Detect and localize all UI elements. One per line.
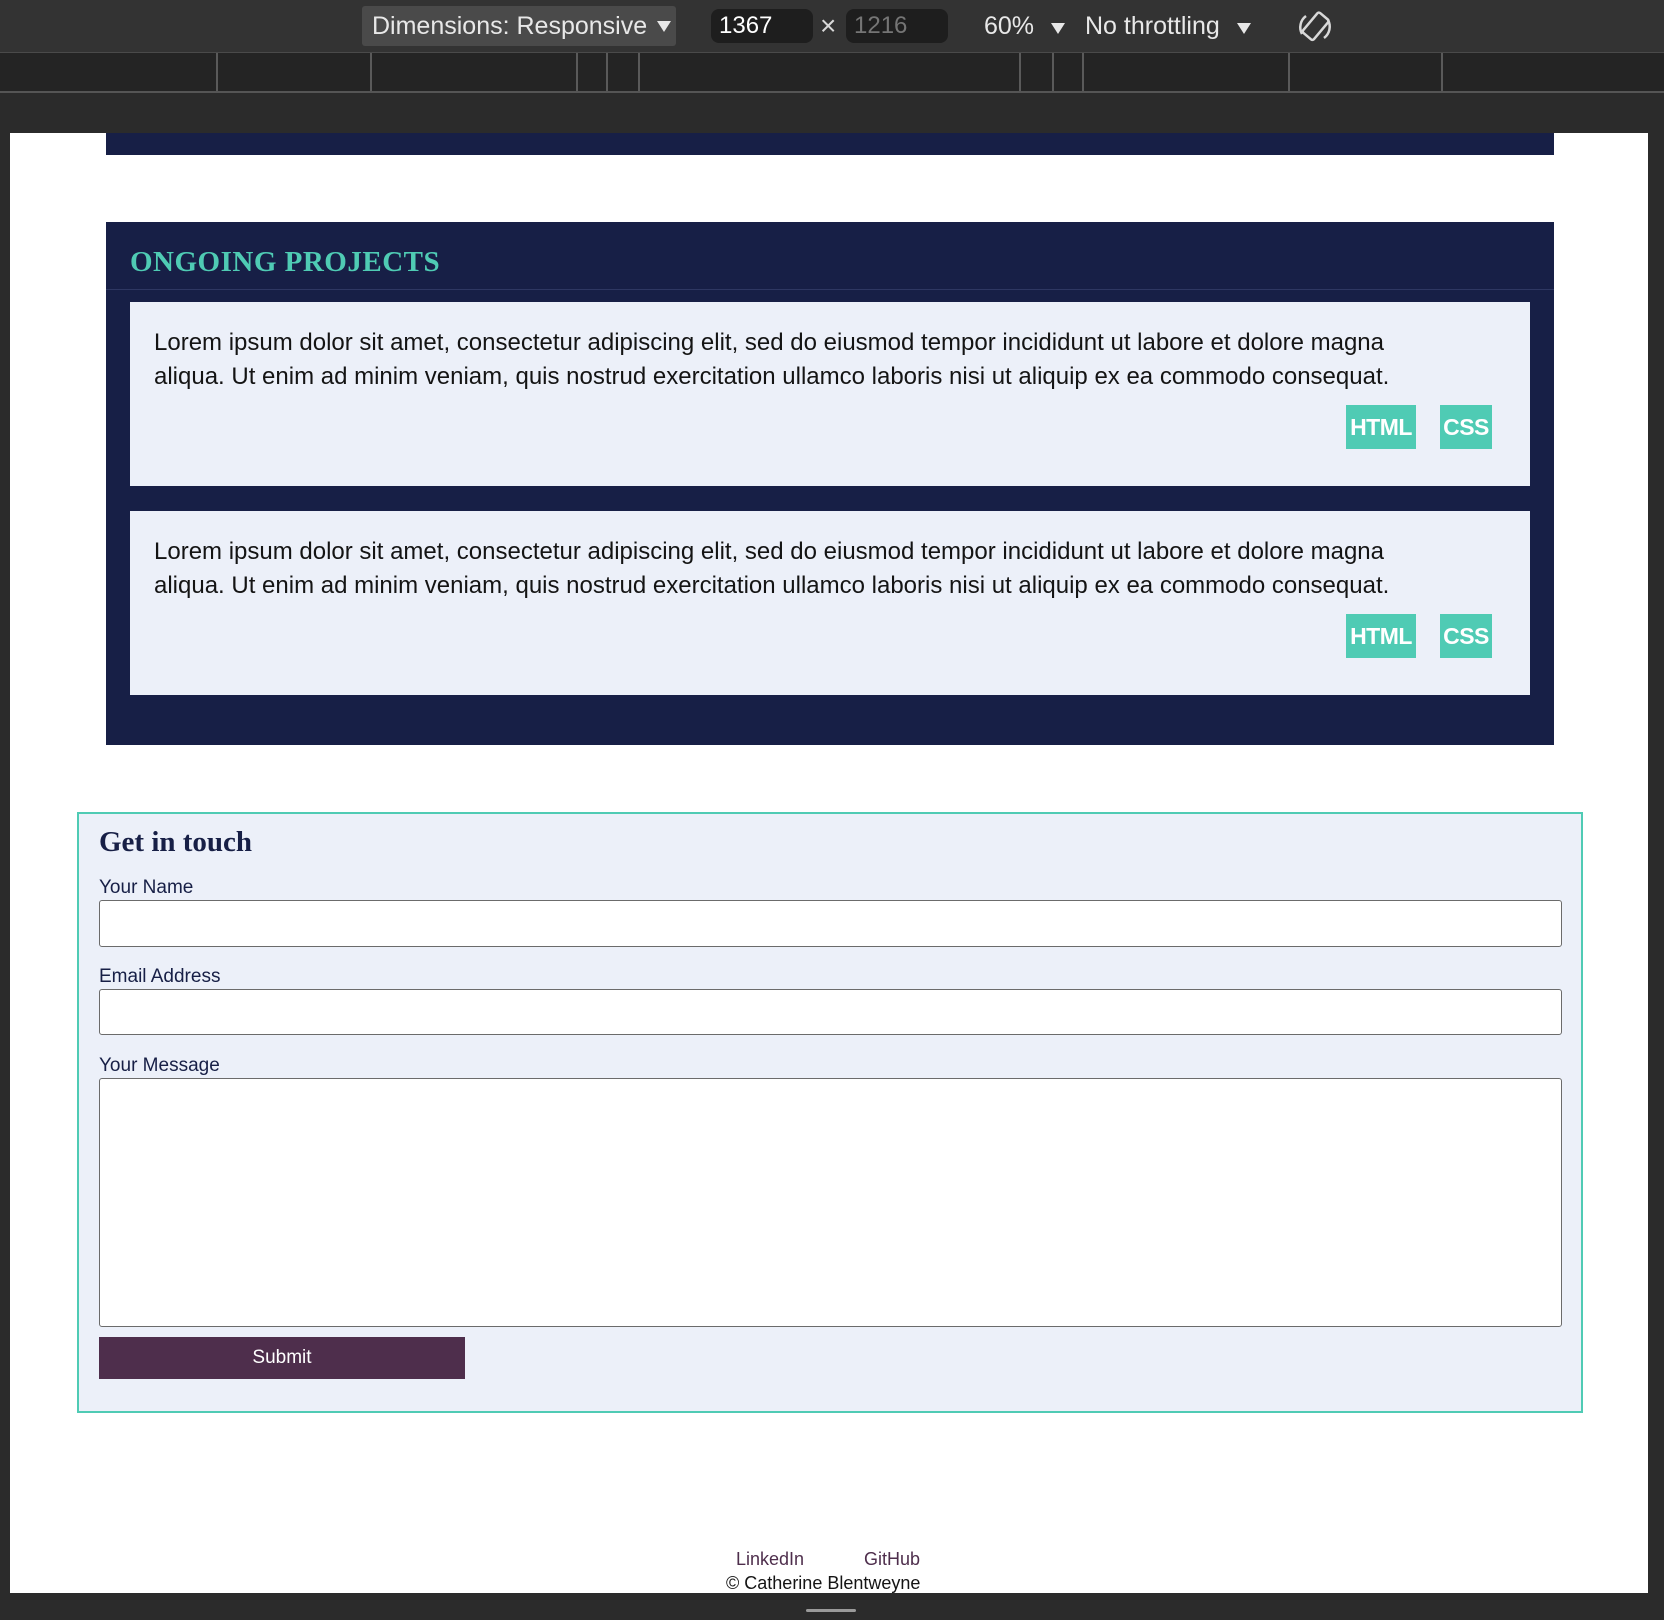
throttling-label: No throttling [1085, 12, 1220, 40]
ruler-tick[interactable] [370, 53, 372, 91]
project-description: Lorem ipsum dolor sit amet, consectetur … [154, 329, 1390, 390]
zoom-dropdown[interactable]: 60% [984, 12, 1065, 41]
message-textarea[interactable] [99, 1078, 1562, 1327]
contact-form: Get in touch Your Name Email Address You… [77, 812, 1583, 1413]
dimensions-label: Dimensions: Responsive [372, 11, 648, 40]
rotate-device-icon[interactable] [1296, 8, 1334, 46]
ruler-tick[interactable] [1288, 53, 1290, 91]
section-title: ONGOING PROJECTS [130, 246, 441, 278]
dimensions-dropdown[interactable]: Dimensions: Responsive [362, 6, 676, 46]
copyright: © Catherine Blentweyne [726, 1573, 920, 1593]
ruler-tick[interactable] [1019, 53, 1021, 91]
project-description: Lorem ipsum dolor sit amet, consectetur … [154, 538, 1390, 599]
tag-html: HTML [1346, 614, 1416, 658]
ruler-tick[interactable] [638, 53, 640, 91]
divider [106, 289, 1554, 290]
copyright-name: Catherine Blentweyne [744, 1573, 921, 1593]
email-label: Email Address [99, 966, 221, 987]
times-icon: × [820, 10, 837, 41]
message-label: Your Message [99, 1055, 220, 1076]
contact-title: Get in touch [99, 826, 253, 858]
tag-css: CSS [1440, 405, 1492, 449]
devtools-toolbar: Dimensions: Responsive × 60% No throttli… [0, 0, 1664, 53]
header-bar-edge [106, 133, 1554, 155]
ongoing-projects-section: ONGOING PROJECTS Lorem ipsum dolor sit a… [106, 222, 1554, 745]
page-viewport: ONGOING PROJECTS Lorem ipsum dolor sit a… [10, 133, 1648, 1593]
media-query-ruler[interactable] [0, 53, 1664, 93]
zoom-label: 60% [984, 12, 1035, 40]
ruler-tick[interactable] [1082, 53, 1084, 91]
ruler-tick[interactable] [1441, 53, 1443, 91]
copyright-symbol: © [726, 1573, 740, 1593]
ruler-tick[interactable] [576, 53, 578, 91]
ruler-tick[interactable] [216, 53, 218, 91]
submit-button[interactable]: Submit [99, 1337, 465, 1379]
width-input[interactable] [711, 9, 813, 43]
ruler-tick[interactable] [606, 53, 608, 91]
project-card: Lorem ipsum dolor sit amet, consectetur … [130, 511, 1530, 695]
viewport-resize-handle[interactable] [806, 1609, 856, 1612]
chevron-down-icon [1236, 23, 1251, 34]
throttling-dropdown[interactable]: No throttling [1085, 12, 1251, 41]
chevron-down-icon [657, 20, 672, 32]
chevron-down-icon [1051, 23, 1065, 34]
name-label: Your Name [99, 877, 194, 898]
name-input[interactable] [99, 900, 1562, 947]
linkedin-link[interactable]: LinkedIn [736, 1549, 804, 1570]
email-input[interactable] [99, 989, 1562, 1035]
tag-css: CSS [1440, 614, 1492, 658]
height-input[interactable] [846, 9, 948, 43]
project-card: Lorem ipsum dolor sit amet, consectetur … [130, 302, 1530, 486]
github-link[interactable]: GitHub [864, 1549, 920, 1570]
ruler-tick[interactable] [1052, 53, 1054, 91]
tag-html: HTML [1346, 405, 1416, 449]
